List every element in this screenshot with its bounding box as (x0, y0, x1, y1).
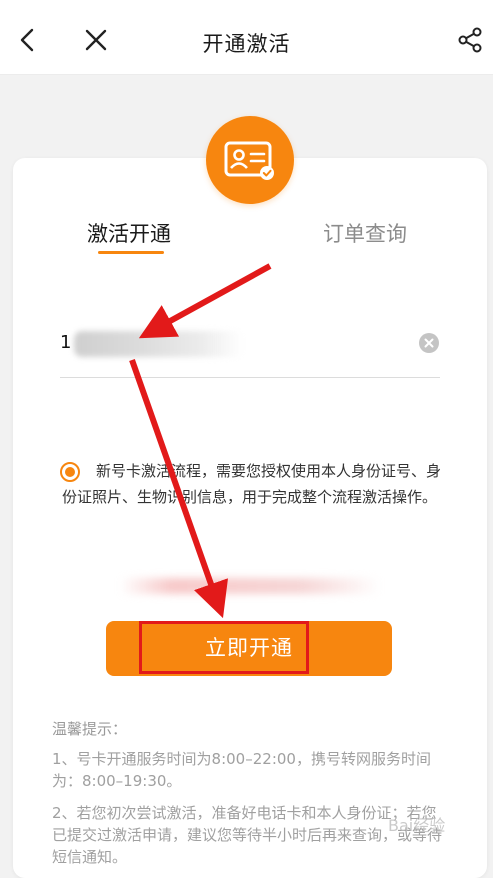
consent-text: 新号卡激活流程，需要您授权使用本人身份证号、身份证照片、生物识别信息，用于完成整… (62, 462, 442, 506)
tip-item: 1、号卡开通服务时间为8:00–22:00，携号转网服务时间为：8:00–19:… (52, 750, 431, 790)
clear-icon (424, 338, 434, 348)
top-nav-bar: 开通激活 (0, 0, 493, 75)
active-tab-indicator (98, 251, 164, 254)
tab-order-query[interactable]: 订单查询 (323, 218, 407, 248)
tab-activate[interactable]: 激活开通 (87, 218, 171, 248)
phone-number-blur (74, 331, 244, 357)
tip-item: 2、若您初次尝试激活，准备好电话卡和本人身份证；若您已提交过激活申请，建议您等待… (52, 804, 443, 866)
blurred-line (120, 578, 380, 594)
share-icon (458, 27, 482, 53)
id-card-icon (224, 141, 274, 180)
tips-title: 温馨提示： (52, 720, 128, 738)
tips-list: 1、号卡开通服务时间为8:00–22:00，携号转网服务时间为：8:00–19:… (52, 748, 442, 878)
phone-number-value: 1 (60, 332, 72, 353)
watermark: Bai经验 (388, 816, 446, 835)
highlight-box (139, 621, 309, 674)
id-card-badge (206, 116, 294, 204)
page-title: 开通激活 (202, 32, 291, 56)
share-button[interactable] (452, 22, 488, 58)
phone-number-input[interactable]: 1 (60, 325, 440, 378)
clear-input-button[interactable] (419, 333, 439, 353)
